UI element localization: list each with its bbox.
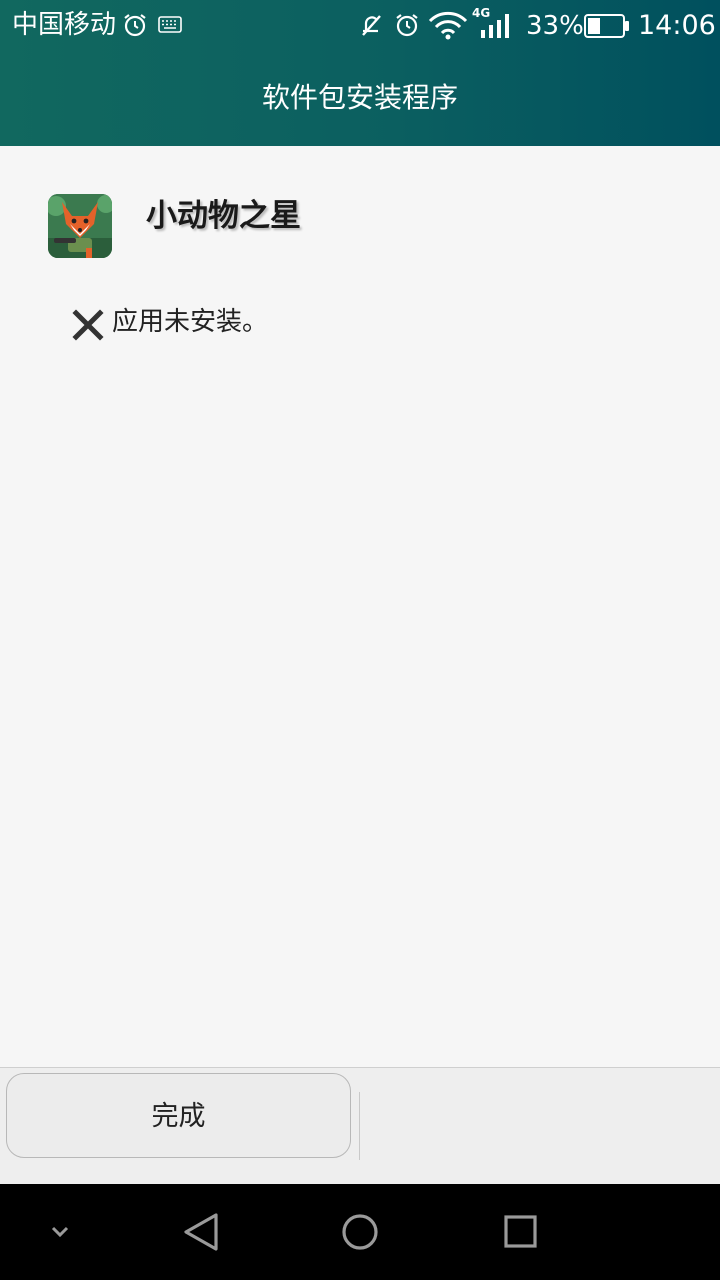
- carrier-name: 中国移动: [12, 10, 117, 40]
- keyboard-icon: [158, 16, 182, 33]
- back-icon[interactable]: [170, 1184, 234, 1280]
- battery-percent: 33%: [526, 11, 584, 41]
- recents-icon[interactable]: [488, 1184, 552, 1280]
- battery-icon: [584, 14, 629, 38]
- done-button[interactable]: 完成: [6, 1073, 351, 1158]
- install-status-message: 应用未安装。: [112, 307, 269, 337]
- fox-app-icon: [48, 194, 112, 258]
- alarm-clock-icon: [396, 14, 418, 37]
- divider: [359, 1092, 360, 1160]
- close-icon: [72, 309, 104, 341]
- navigation-bar: [0, 1184, 720, 1280]
- clock: 14:06: [638, 10, 716, 41]
- action-panel: 完成: [0, 1067, 720, 1185]
- chevron-down-icon[interactable]: [36, 1184, 84, 1280]
- mute-icon: [362, 15, 381, 36]
- app-name: 小动物之星: [146, 198, 301, 234]
- page-title: 软件包安装程序: [261, 81, 458, 114]
- status-bar: 中国移动 4G 33% 14:06: [0, 0, 720, 52]
- home-icon[interactable]: [328, 1184, 392, 1280]
- signal-icon: [481, 14, 509, 38]
- alarm-icon: [124, 14, 146, 37]
- app-bar: 中国移动 4G 33% 14:06 软件包安装程序: [0, 0, 720, 146]
- wifi-icon: [428, 11, 468, 40]
